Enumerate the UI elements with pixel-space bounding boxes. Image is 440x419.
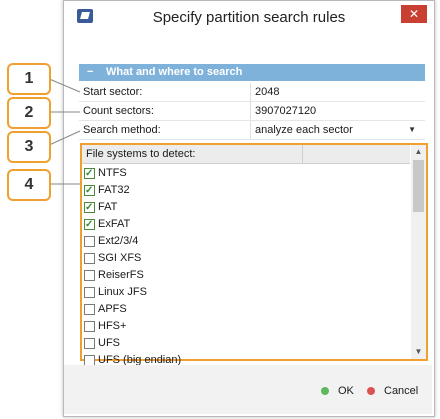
callout-3: 3	[7, 131, 51, 163]
callout-1: 1	[7, 63, 51, 95]
callout-leaders	[46, 77, 81, 185]
cancel-dot-icon	[367, 387, 375, 395]
leader-line-1	[46, 77, 81, 93]
callout-2: 2	[7, 97, 51, 129]
ok-dot-icon	[321, 387, 329, 395]
dialog-footer: OK Cancel	[64, 365, 432, 414]
leader-line-3	[46, 130, 81, 147]
ok-button[interactable]: OK	[321, 383, 361, 399]
callout-4: 4	[7, 169, 51, 201]
ok-label: OK	[338, 385, 354, 397]
cancel-label: Cancel	[384, 385, 419, 397]
cancel-button[interactable]: Cancel	[367, 383, 427, 399]
